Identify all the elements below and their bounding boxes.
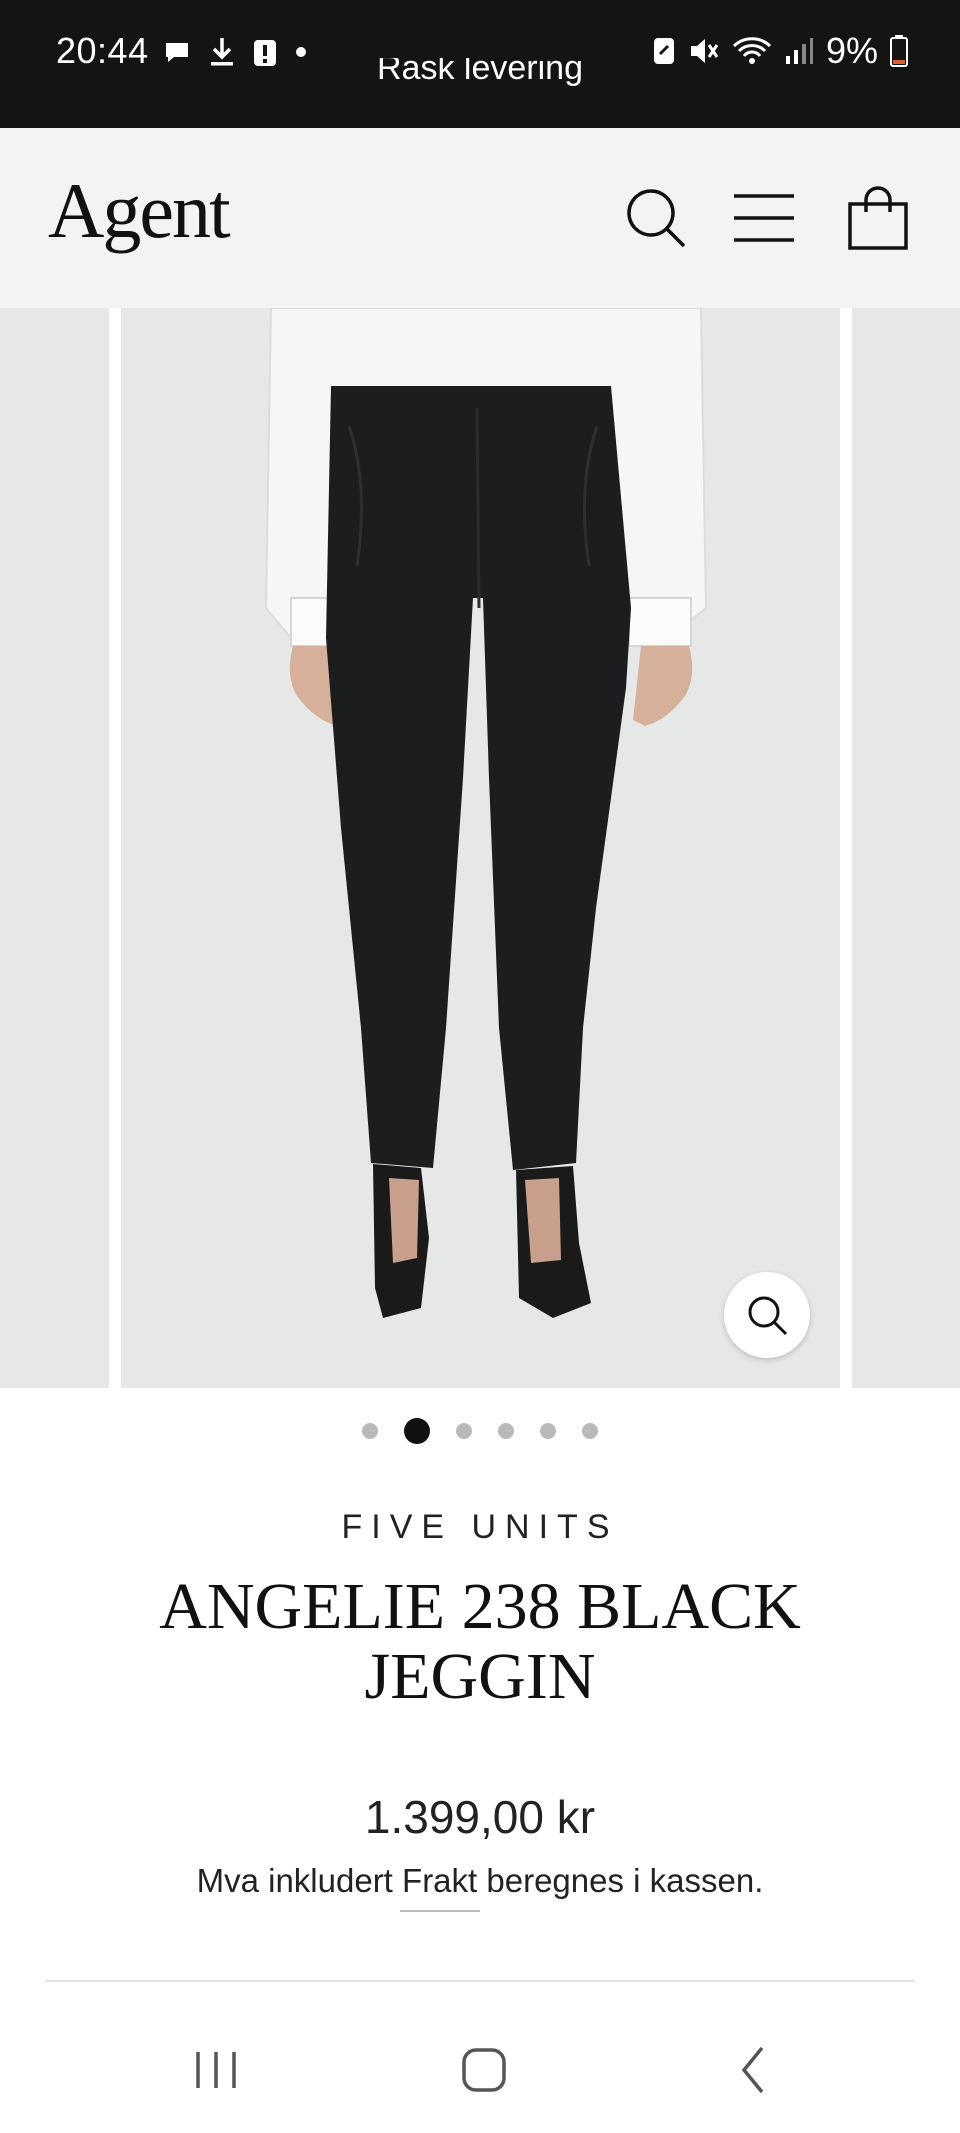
tax-prefix: Mva inkludert — [196, 1862, 403, 1899]
zoom-button[interactable] — [724, 1272, 810, 1358]
gallery-dot[interactable] — [456, 1423, 472, 1439]
status-bar: 20:44 Rask levering 9% — [0, 0, 960, 128]
signal-icon — [785, 38, 813, 64]
gallery-dot[interactable] — [540, 1423, 556, 1439]
gallery-main-image[interactable] — [121, 308, 840, 1388]
tax-note: Mva inkludert Frakt beregnes i kassen. — [0, 1862, 960, 1900]
gallery-dot[interactable] — [498, 1423, 514, 1439]
product-vendor[interactable]: FIVE UNITS — [0, 1508, 960, 1547]
battery-percent: 9% — [825, 30, 878, 71]
recent-apps-icon[interactable] — [186, 2040, 246, 2100]
nfc-icon — [653, 38, 674, 64]
gallery-pagination — [0, 1418, 960, 1444]
back-icon[interactable] — [724, 2040, 784, 2100]
battery-icon — [890, 35, 908, 67]
gallery-dot-active[interactable] — [404, 1418, 430, 1444]
site-header: Agent — [0, 128, 960, 308]
dot-icon — [296, 47, 306, 57]
product-photo — [121, 308, 840, 1388]
product-price: 1.399,00 kr — [364, 1791, 596, 1843]
agent-logo[interactable]: Agent — [48, 166, 231, 256]
gallery-dot[interactable] — [582, 1423, 598, 1439]
status-right-icons: 9% — [652, 30, 908, 72]
search-icon[interactable] — [624, 186, 688, 250]
zoom-icon — [748, 1296, 788, 1336]
shipping-link[interactable]: Frakt — [402, 1862, 477, 1899]
mute-icon — [690, 39, 719, 63]
cart-icon[interactable] — [846, 186, 910, 250]
gallery-prev-slide[interactable] — [0, 308, 109, 1388]
wifi-icon — [732, 37, 772, 64]
menu-icon[interactable] — [732, 186, 796, 250]
gallery-next-slide[interactable] — [852, 308, 960, 1388]
product-title: ANGELIE 238 BLACK JEGGIN — [159, 1570, 801, 1713]
section-divider — [45, 1980, 915, 1982]
home-icon[interactable] — [454, 2040, 514, 2100]
product-gallery[interactable] — [0, 308, 960, 1388]
tax-suffix: beregnes i kassen. — [477, 1862, 764, 1899]
system-nav-bar — [0, 2010, 960, 2133]
link-underline — [400, 1910, 480, 1912]
gallery-dot[interactable] — [362, 1423, 378, 1439]
